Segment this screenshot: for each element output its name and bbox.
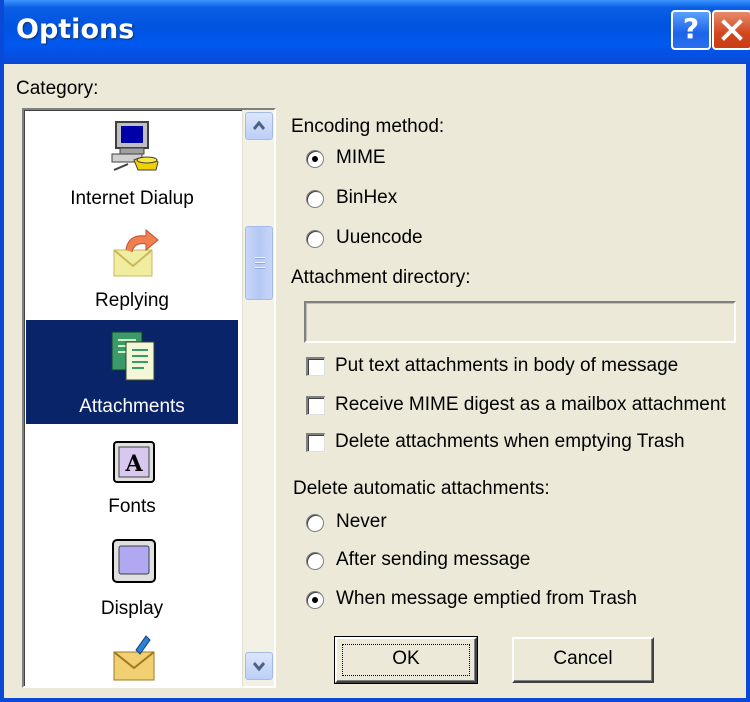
attachment-directory-label: Attachment directory: <box>291 267 471 288</box>
svg-text:A: A <box>124 451 143 477</box>
checkbox-mime-digest-label[interactable]: Receive MIME digest as a mailbox attachm… <box>335 394 726 416</box>
checkbox-mime-digest[interactable] <box>306 396 325 415</box>
category-item-label: Attachments <box>79 396 185 417</box>
category-item-internet-dialup[interactable]: Internet Dialup <box>26 112 238 224</box>
category-item-attachments[interactable]: Attachments <box>26 320 238 424</box>
radio-after-sending[interactable] <box>306 552 324 570</box>
help-button[interactable]: ? <box>671 10 711 50</box>
category-item-display[interactable]: Display <box>26 524 238 624</box>
title-bar[interactable]: Options ? <box>4 0 750 64</box>
scroll-down-button[interactable] <box>245 652 273 680</box>
category-item-replying[interactable]: Replying <box>26 224 238 324</box>
chevron-down-icon <box>252 662 266 672</box>
font-icon: A <box>113 441 155 483</box>
radio-binhex-label[interactable]: BinHex <box>336 187 397 209</box>
checkbox-delete-on-empty-label[interactable]: Delete attachments when emptying Trash <box>335 431 685 453</box>
scroll-grip <box>255 262 265 264</box>
focus-rectangle <box>342 644 470 676</box>
scroll-thumb[interactable] <box>245 226 273 300</box>
close-button[interactable] <box>712 10 750 50</box>
close-icon <box>721 19 743 41</box>
attachment-directory-field[interactable] <box>304 301 736 343</box>
cancel-button-label: Cancel <box>553 648 613 669</box>
category-item-label: Internet Dialup <box>70 188 194 209</box>
radio-mime-label[interactable]: MIME <box>336 147 386 169</box>
radio-uuencode[interactable] <box>306 230 324 248</box>
radio-never[interactable] <box>306 514 324 532</box>
help-icon: ? <box>682 12 700 45</box>
scroll-up-button[interactable] <box>245 112 273 140</box>
mail-icon <box>113 635 155 681</box>
scroll-grip <box>255 257 265 259</box>
radio-when-emptied[interactable] <box>306 591 324 609</box>
checkbox-delete-on-empty[interactable] <box>306 433 325 452</box>
encoding-method-label: Encoding method: <box>291 116 445 137</box>
chevron-up-icon <box>252 120 266 130</box>
category-label: Category: <box>16 78 99 99</box>
checkbox-text-in-body-label[interactable]: Put text attachments in body of message <box>335 355 678 377</box>
window-title: Options <box>16 14 135 45</box>
delete-automatic-label: Delete automatic attachments: <box>293 478 550 499</box>
display-icon <box>112 539 156 583</box>
category-item-label: Display <box>100 598 164 619</box>
cancel-button[interactable]: Cancel <box>512 637 654 683</box>
attachment-icon <box>111 331 155 381</box>
radio-binhex[interactable] <box>306 190 324 208</box>
category-item-fonts[interactable]: A Fonts <box>26 424 238 524</box>
category-item-label: Fonts <box>108 496 156 517</box>
checkbox-text-in-body[interactable] <box>306 357 325 376</box>
computer-phone-icon <box>111 121 159 171</box>
reply-envelope-icon <box>113 228 159 277</box>
scroll-grip <box>255 267 265 269</box>
radio-never-label[interactable]: Never <box>336 511 387 533</box>
radio-after-sending-label[interactable]: After sending message <box>336 549 530 571</box>
radio-when-emptied-label[interactable]: When message emptied from Trash <box>336 588 637 610</box>
category-scrollbar[interactable] <box>242 110 274 686</box>
category-list[interactable]: Internet Dialup Replying Attachments A F… <box>22 108 276 688</box>
radio-uuencode-label[interactable]: Uuencode <box>336 227 423 249</box>
ok-button[interactable]: OK <box>334 636 478 684</box>
radio-mime[interactable] <box>306 150 324 168</box>
category-item-label: Replying <box>95 290 169 311</box>
options-dialog: Options ? Category: Internet Dialup Repl… <box>0 0 750 702</box>
category-item-mail[interactable] <box>26 624 238 686</box>
